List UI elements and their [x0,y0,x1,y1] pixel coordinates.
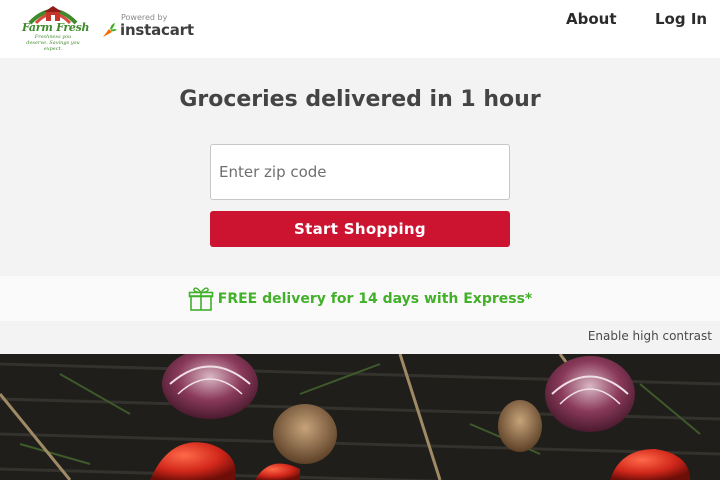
gift-icon [188,286,214,311]
site-header: Farm Fresh Freshness you deserve. Saving… [0,0,720,58]
brand-tagline: Freshness you deserve. Savings you expec… [26,34,80,52]
promo-text: FREE delivery for 14 days with Express* [217,290,533,307]
farm-fresh-logo[interactable]: Farm Fresh Freshness you deserve. Saving… [22,3,90,52]
login-link[interactable]: Log In [655,10,707,28]
zip-code-input[interactable] [210,144,510,200]
instacart-wordmark: instacart [120,21,194,39]
high-contrast-toggle[interactable]: Enable high contrast [588,329,712,343]
about-link[interactable]: About [566,10,617,28]
hero-section: Groceries delivered in 1 hour Start Shop… [0,58,720,276]
hero-food-image [0,354,720,480]
accessibility-bar: Enable high contrast [0,321,720,354]
start-shopping-button[interactable]: Start Shopping [210,211,510,247]
instacart-logo[interactable]: instacart [101,20,194,40]
carrot-icon [103,22,117,37]
hero-title: Groceries delivered in 1 hour [179,87,541,112]
brand-name: Farm Fresh [22,21,90,34]
promo-banner: FREE delivery for 14 days with Express* [0,276,720,321]
